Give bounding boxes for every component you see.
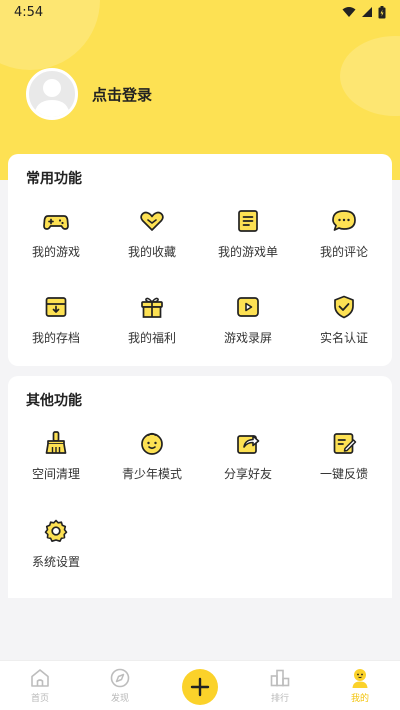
item-label: 我的福利 [127, 331, 176, 345]
feedback-icon [333, 433, 357, 454]
gear-icon [44, 519, 68, 542]
item-label: 空间清理 [31, 467, 80, 481]
ranking-icon [270, 669, 290, 687]
avatar[interactable] [26, 68, 78, 120]
teen-mode-item[interactable]: 青少年模式 [104, 420, 200, 508]
tab-label: 发现 [110, 694, 129, 704]
plus-icon [190, 677, 210, 697]
user-icon [352, 669, 368, 688]
status-bar: 4:54 [0, 0, 400, 24]
my-benefits-item[interactable]: 我的福利 [104, 284, 200, 370]
tab-label: 我的 [350, 694, 369, 704]
battery-icon [378, 5, 386, 18]
tab-mine[interactable]: 我的 [320, 661, 400, 710]
item-label: 我的游戏 [31, 245, 80, 259]
gamepad-icon [43, 215, 69, 230]
default-avatar-icon [34, 79, 70, 117]
broom-icon [45, 431, 67, 454]
my-game-list-item[interactable]: 我的游戏单 [200, 198, 296, 284]
archive-icon [45, 297, 67, 317]
share-icon [237, 435, 260, 454]
tab-ranking[interactable]: 排行 [240, 661, 320, 710]
bottom-tab-bar: 首页 发现 排行 我的 [0, 660, 400, 710]
tab-create[interactable] [160, 661, 240, 710]
comment-icon [332, 210, 356, 231]
other-functions-card: 其他功能 空间清理 青少年模式 分享好友 一键反馈 系统设置 [8, 376, 392, 598]
list-icon [238, 210, 258, 232]
item-label: 系统设置 [31, 555, 80, 569]
common-functions-card: 常用功能 我的游戏 我的收藏 我的游戏单 我的评论 我的存档 我的福利 游戏录屏… [8, 154, 392, 366]
item-label: 青少年模式 [121, 467, 182, 481]
gift-icon [141, 297, 163, 318]
tab-label: 排行 [270, 694, 289, 704]
space-cleanup-item[interactable]: 空间清理 [8, 420, 104, 508]
wifi-icon [342, 7, 356, 17]
item-label: 游戏录屏 [223, 331, 272, 345]
login-area[interactable]: 点击登录 [26, 68, 152, 120]
section-title: 常用功能 [26, 171, 82, 187]
my-favorites-item[interactable]: 我的收藏 [104, 198, 200, 284]
feedback-item[interactable]: 一键反馈 [296, 420, 392, 508]
shield-check-icon [334, 295, 354, 319]
item-label: 我的游戏单 [217, 245, 278, 259]
video-icon [237, 297, 259, 317]
heart-icon [140, 211, 164, 231]
tab-discover[interactable]: 发现 [80, 661, 160, 710]
item-label: 我的评论 [319, 245, 368, 259]
section-title: 其他功能 [26, 393, 82, 409]
item-label: 一键反馈 [319, 467, 368, 481]
create-button[interactable] [182, 669, 218, 705]
status-time: 4:54 [14, 4, 44, 20]
share-friends-item[interactable]: 分享好友 [200, 420, 296, 508]
my-games-item[interactable]: 我的游戏 [8, 198, 104, 284]
item-label: 分享好友 [223, 467, 272, 481]
decor-circle [340, 36, 400, 116]
my-archive-item[interactable]: 我的存档 [8, 284, 104, 370]
real-name-verify-item[interactable]: 实名认证 [296, 284, 392, 370]
item-label: 我的收藏 [127, 245, 176, 259]
my-comments-item[interactable]: 我的评论 [296, 198, 392, 284]
child-face-icon [141, 432, 163, 455]
signal-icon [362, 7, 372, 17]
game-recording-item[interactable]: 游戏录屏 [200, 284, 296, 370]
system-settings-item[interactable]: 系统设置 [8, 508, 104, 596]
item-label: 我的存档 [31, 331, 80, 345]
home-icon [31, 669, 49, 687]
login-link[interactable]: 点击登录 [92, 84, 152, 105]
tab-label: 首页 [30, 694, 49, 704]
tab-home[interactable]: 首页 [0, 661, 80, 710]
item-label: 实名认证 [319, 331, 368, 345]
compass-icon [110, 668, 130, 688]
